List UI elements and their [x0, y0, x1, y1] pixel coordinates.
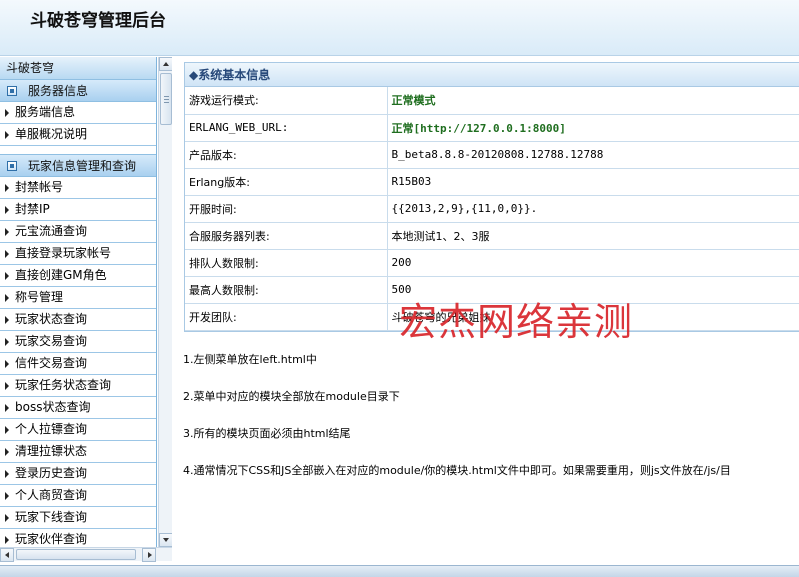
sidebar: 斗破苍穹 服务器信息 服务端信息 单服概况说明 玩家信息管理和查询 封禁帐号 封… [0, 57, 172, 565]
arrow-right-icon [5, 206, 9, 214]
sidebar-item[interactable]: 玩家交易查询 [0, 331, 156, 353]
row-value: 200 [387, 249, 799, 277]
sidebar-item[interactable]: 个人拉镖查询 [0, 419, 156, 441]
chevron-right-icon [148, 552, 152, 558]
row-label: 最高人数限制: [185, 276, 388, 304]
bottom-bar [0, 565, 799, 577]
group-toggle-icon [7, 86, 17, 96]
sidebar-item[interactable]: 玩家任务状态查询 [0, 375, 156, 397]
arrow-right-icon [5, 492, 9, 500]
sidebar-item[interactable]: 直接创建GM角色 [0, 265, 156, 287]
table-row: ERLANG_WEB_URL: 正常[http://127.0.0.1:8000… [185, 114, 799, 142]
sidebar-item[interactable]: 个人商贸查询 [0, 485, 156, 507]
arrow-right-icon [5, 338, 9, 346]
table-row: 游戏运行模式: 正常模式 [185, 87, 799, 115]
main-content: ◆系统基本信息 游戏运行模式: 正常模式 ERLANG_WEB_URL: 正常[… [172, 57, 799, 565]
table-row: 排队人数限制: 200 [185, 249, 799, 277]
sidebar-horizontal-scrollbar[interactable] [0, 547, 172, 562]
row-label: 合服服务器列表: [185, 222, 388, 250]
row-value: 正常[http://127.0.0.1:8000] [387, 114, 799, 142]
scroll-down-button[interactable] [159, 533, 172, 547]
sidebar-item-overview[interactable]: 单服概况说明 [0, 124, 156, 146]
app-title: 斗破苍穹管理后台 [30, 11, 166, 31]
sidebar-title[interactable]: 斗破苍穹 [0, 57, 156, 80]
panel-title: ◆系统基本信息 [185, 63, 799, 87]
row-label: 开发团队: [185, 303, 388, 331]
row-label: 产品版本: [185, 141, 388, 169]
arrow-right-icon [5, 426, 9, 434]
arrow-right-icon [5, 250, 9, 258]
sidebar-group-label: 玩家信息管理和查询 [28, 159, 137, 173]
arrow-right-icon [5, 470, 9, 478]
sidebar-vertical-scrollbar[interactable] [158, 57, 172, 547]
sidebar-item[interactable]: 封禁帐号 [0, 177, 156, 199]
arrow-right-icon [5, 514, 9, 522]
table-row: 合服服务器列表: 本地测试1、2、3服 [185, 222, 799, 250]
table-row: Erlang版本: R15B03 [185, 168, 799, 196]
chevron-left-icon [5, 552, 9, 558]
sidebar-item[interactable]: 元宝流通查询 [0, 221, 156, 243]
row-value: B_beta8.8.8-20120808.12788.12788 [387, 141, 799, 169]
arrow-right-icon [5, 294, 9, 302]
sidebar-item[interactable]: 直接登录玩家帐号 [0, 243, 156, 265]
row-value: R15B03 [387, 168, 799, 196]
scrollbar-thumb[interactable] [160, 73, 172, 125]
arrow-right-icon [5, 536, 9, 544]
sidebar-item[interactable]: 清理拉镖状态 [0, 441, 156, 463]
row-label: 开服时间: [185, 195, 388, 223]
sidebar-item[interactable]: boss状态查询 [0, 397, 156, 419]
chevron-down-icon [163, 538, 169, 542]
arrow-right-icon [5, 404, 9, 412]
scroll-left-button[interactable] [0, 548, 14, 562]
scroll-up-button[interactable] [159, 57, 172, 71]
row-value: 正常模式 [387, 87, 799, 115]
group-toggle-icon [7, 161, 17, 171]
group-spacer [0, 146, 156, 155]
note-item: 1.左侧菜单放在left.html中 [183, 353, 317, 366]
arrow-right-icon [5, 184, 9, 192]
sidebar-group-server-info[interactable]: 服务器信息 [0, 80, 156, 102]
row-value: 本地测试1、2、3服 [387, 222, 799, 250]
sidebar-item[interactable]: 称号管理 [0, 287, 156, 309]
note-item: 2.菜单中对应的模块全部放在module目录下 [183, 390, 400, 403]
grip-line [164, 102, 169, 103]
sidebar-item[interactable]: 玩家下线查询 [0, 507, 156, 529]
arrow-right-icon [5, 272, 9, 280]
sidebar-item[interactable]: 玩家伙伴查询 [0, 529, 156, 547]
scrollbar-thumb[interactable] [16, 549, 136, 560]
arrow-right-icon [5, 109, 9, 117]
row-label: ERLANG_WEB_URL: [185, 114, 388, 142]
arrow-right-icon [5, 316, 9, 324]
sidebar-item[interactable]: 封禁IP [0, 199, 156, 221]
sidebar-group-player-management[interactable]: 玩家信息管理和查询 [0, 155, 156, 177]
row-label: 游戏运行模式: [185, 87, 388, 115]
sidebar-menu: 斗破苍穹 服务器信息 服务端信息 单服概况说明 玩家信息管理和查询 封禁帐号 封… [0, 57, 157, 547]
row-label: Erlang版本: [185, 168, 388, 196]
sidebar-group-label: 服务器信息 [28, 84, 89, 98]
note-item: 3.所有的模块页面必须由html结尾 [183, 427, 351, 440]
arrow-right-icon [5, 131, 9, 139]
row-label: 排队人数限制: [185, 249, 388, 277]
arrow-right-icon [5, 360, 9, 368]
table-row: 开服时间: {{2013,2,9},{11,0,0}}. [185, 195, 799, 223]
chevron-up-icon [163, 62, 169, 66]
diamond-icon: ◆ [189, 68, 199, 82]
grip-line [164, 99, 169, 100]
table-row: 产品版本: B_beta8.8.8-20120808.12788.12788 [185, 141, 799, 169]
sidebar-item[interactable]: 登录历史查询 [0, 463, 156, 485]
arrow-right-icon [5, 448, 9, 456]
arrow-right-icon [5, 382, 9, 390]
sidebar-item-server-info[interactable]: 服务端信息 [0, 102, 156, 124]
row-value: {{2013,2,9},{11,0,0}}. [387, 195, 799, 223]
sidebar-item[interactable]: 玩家状态查询 [0, 309, 156, 331]
grip-line [164, 96, 169, 97]
arrow-right-icon [5, 228, 9, 236]
watermark-text: 宏杰网络亲测 [399, 300, 634, 344]
sidebar-item[interactable]: 信件交易查询 [0, 353, 156, 375]
scroll-right-button[interactable] [142, 548, 156, 562]
note-item: 4.通常情况下CSS和JS全部嵌入在对应的module/你的模块.html文件中… [183, 464, 731, 477]
header-bar: 斗破苍穹管理后台 [0, 0, 799, 56]
notes-list: 1.左侧菜单放在left.html中 2.菜单中对应的模块全部放在module目… [183, 352, 799, 500]
